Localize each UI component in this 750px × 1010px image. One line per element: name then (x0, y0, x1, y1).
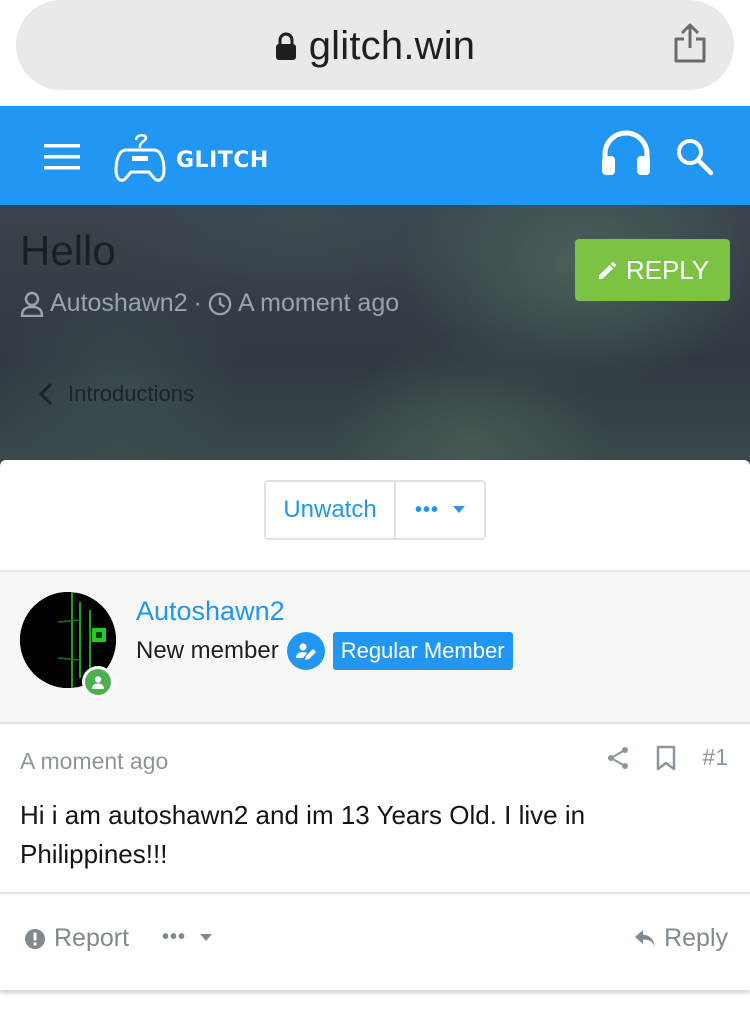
watch-more-button[interactable]: ••• (396, 482, 484, 538)
reply-post-button[interactable]: Reply (634, 924, 728, 953)
post-time[interactable]: A moment ago (20, 748, 168, 775)
post-tools: #1 (606, 744, 728, 771)
reply-button-label: REPLY (625, 254, 710, 285)
member-edit-icon (286, 632, 325, 670)
unwatch-button[interactable]: Unwatch (266, 482, 396, 538)
thread-author[interactable]: Autoshawn2 (50, 289, 188, 318)
thread-title: Hello (20, 227, 116, 274)
logo-text[interactable]: GLITCH (176, 148, 269, 173)
post-author-name[interactable]: Autoshawn2 (136, 596, 285, 627)
caret-down-icon (200, 933, 213, 941)
caret-down-icon (453, 506, 465, 513)
share-post-icon[interactable] (606, 745, 630, 771)
chevron-left-icon (38, 382, 53, 406)
online-status-badge (82, 666, 114, 698)
menu-icon[interactable] (44, 144, 80, 170)
url-text: glitch.win (308, 23, 476, 68)
url-display: glitch.win (16, 22, 734, 70)
author-info-row: New member Regular Member (136, 632, 513, 670)
member-title: New member (136, 637, 279, 664)
more-dots-icon: ••• (414, 498, 439, 521)
breadcrumb-label[interactable]: Introductions (68, 381, 194, 407)
gamepad-logo-icon[interactable] (114, 128, 166, 186)
more-dots-icon: ••• (162, 926, 187, 948)
search-icon[interactable] (674, 136, 714, 176)
headphones-icon[interactable] (600, 130, 652, 176)
bookmark-icon[interactable] (654, 745, 678, 771)
post-actions: Report ••• Reply (0, 916, 750, 962)
post-author-block: Autoshawn2 New member Regular Member (0, 570, 750, 724)
meta-separator: · (193, 289, 202, 317)
user-icon (20, 291, 44, 317)
browser-bar: glitch.win (0, 0, 750, 106)
alert-icon (25, 928, 45, 949)
lock-icon (275, 32, 296, 60)
clock-icon (208, 292, 232, 315)
more-actions-button[interactable]: ••• (162, 926, 213, 949)
post-number[interactable]: #1 (702, 744, 728, 771)
breadcrumb[interactable]: Introductions (36, 381, 194, 407)
thread-time[interactable]: A moment ago (238, 289, 399, 318)
reply-button[interactable]: REPLY (575, 239, 730, 301)
site-header: GLITCH (0, 106, 750, 205)
thread-hero: Hello Autoshawn2 · A moment ago REPLY In… (0, 205, 750, 470)
user-online-icon (92, 676, 104, 689)
member-badge: Regular Member (332, 632, 513, 670)
watch-button-group: Unwatch ••• (264, 480, 486, 540)
url-bar[interactable]: glitch.win (16, 0, 734, 90)
thread-meta: Autoshawn2 · A moment ago (20, 289, 399, 318)
post-body: Hi i am autoshawn2 and im 13 Years Old. … (20, 800, 586, 869)
reply-label: Reply (664, 924, 728, 952)
report-button[interactable]: Report (24, 924, 129, 953)
post-divider (0, 892, 750, 894)
share-icon[interactable] (672, 22, 708, 64)
reply-arrow-icon (635, 929, 656, 947)
report-label: Report (54, 924, 130, 952)
post-card: Unwatch ••• Autoshawn2 New member Regula… (0, 460, 750, 990)
pencil-icon (598, 262, 616, 279)
